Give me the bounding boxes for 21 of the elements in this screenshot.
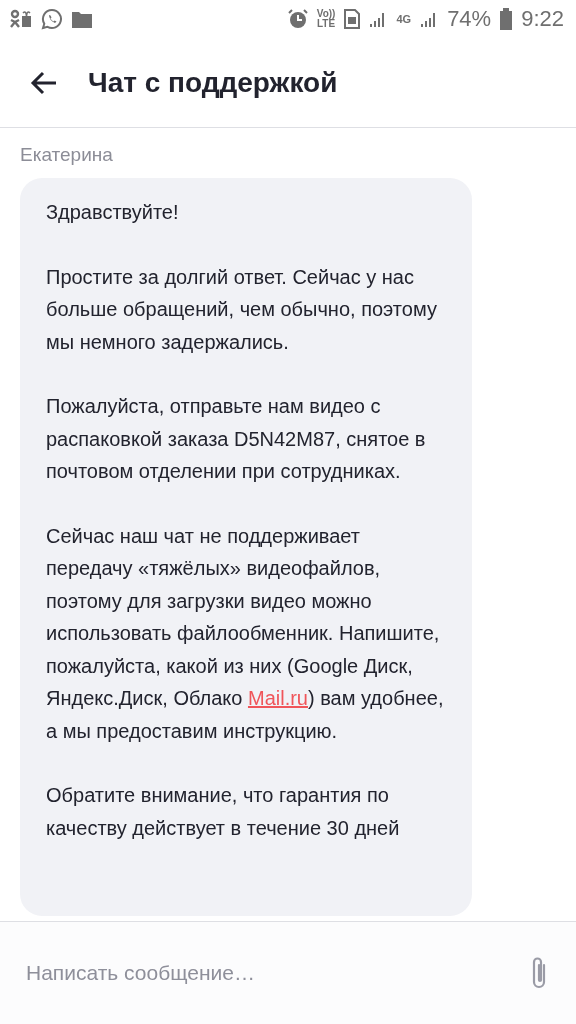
message-text: Здравствуйте! [46, 200, 180, 225]
sender-name: Екатерина [20, 144, 113, 166]
message-text: Пожалуйста, отправьте нам видео с распаковкой заказа D5N42M87, снятое в почтовом отделении при сотрудниках. [46, 394, 427, 484]
screen-title: Чат с поддержкой [88, 66, 338, 99]
clock: 9:22 [521, 6, 564, 32]
network-type: 4G [396, 13, 412, 25]
message-text: Простите за долгий ответ. Сейчас у нас больше обращений, чем обычно, поэтому мы немного задержались. [46, 264, 438, 355]
back-arrow-icon [30, 70, 58, 95]
sim-card-icon [344, 9, 361, 29]
message-input[interactable]: Написать сообщение… [26, 957, 528, 989]
volte-indicator: Vo)) LTE [316, 9, 336, 29]
message-text: Сейчас наш чат не поддерживает передачу «тяжёлых» видеофайлов, поэтому для загрузки видео можно использовать файлообменник. Напишите, пожалуйста, какой из них (Google Диск, Яндекс.Диск, Облако Mail.ru) вам удобнее, а мы предоставим инструкцию. [46, 523, 445, 744]
link[interactable]: Mail.ru [247, 687, 308, 709]
back-button[interactable] [30, 70, 58, 95]
folder-icon [72, 10, 92, 28]
battery-icon [500, 8, 513, 30]
message-text: Обратите внимание, что гарантия по качеству действует в течение 30 дней [46, 783, 401, 841]
battery-percent: 74% [447, 6, 492, 32]
alarm-icon [287, 9, 308, 29]
whatsapp-icon [41, 8, 63, 30]
odnoklassniki-icon [10, 9, 32, 29]
